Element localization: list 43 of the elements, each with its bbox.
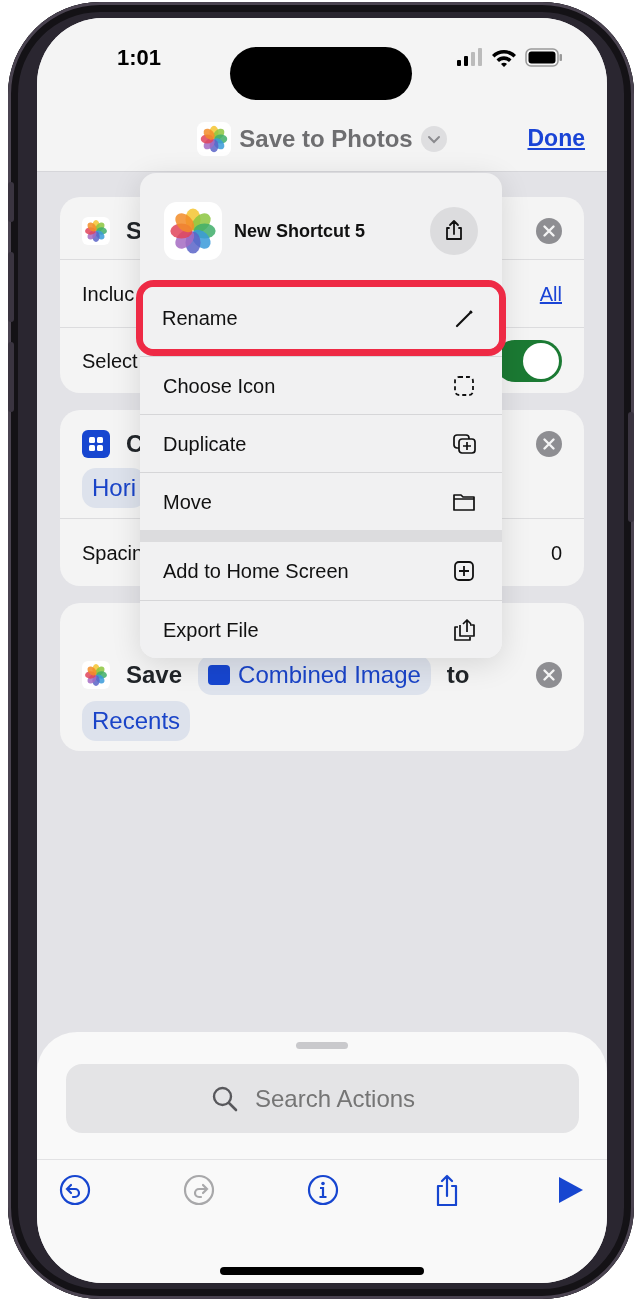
duplicate-icon [452,431,476,456]
menu-item[interactable]: Choose Icon [140,356,502,414]
variable-text: Combined Image [238,660,421,690]
status-time: 1:01 [117,43,162,72]
variable-icon [208,665,231,685]
row-value: 0 [550,540,562,566]
row-label: Incluc [82,281,135,307]
photos-flower-icon [82,661,110,689]
info-icon[interactable] [307,1174,339,1206]
close-icon[interactable] [536,431,562,457]
search-icon [211,1084,239,1113]
signal-icon [457,48,483,66]
dashed-square-icon [452,373,476,398]
menu-item[interactable]: Duplicate [140,414,502,472]
done-link[interactable]: Done [527,121,585,156]
share-icon[interactable] [430,207,478,255]
menu-item[interactable]: Add to Home Screen [140,542,502,600]
action-text: to [446,660,470,690]
grid-app-icon [82,430,110,458]
menu-title: New Shortcut 5 [234,219,367,243]
row-label: Select [82,348,138,374]
export-icon [452,617,476,642]
variable-chip[interactable]: Combined Image [198,655,431,695]
photos-flower-icon [82,217,110,245]
parameter-token[interactable]: Recents [82,701,191,741]
photos-flower-icon [164,202,222,260]
close-icon[interactable] [536,218,562,244]
menu-item[interactable]: Export File [140,600,502,658]
close-icon[interactable] [536,662,562,688]
value-link[interactable]: All [539,278,562,309]
plus-square-icon [452,559,476,583]
undo-icon[interactable] [59,1174,91,1206]
action-title: S [126,216,142,246]
menu-item[interactable]: Rename [143,287,499,349]
chevron-down-icon[interactable] [420,125,447,152]
action-title: Save [126,660,183,690]
search-field[interactable]: Search Actions [65,1064,579,1133]
wifi-icon [491,47,517,67]
shortcut-title[interactable]: Save to Photos [239,120,413,157]
battery-icon [525,47,563,67]
photos-flower-icon [197,121,232,156]
menu-item[interactable]: Move [140,472,502,530]
search-input[interactable]: Search Actions [253,1079,433,1118]
